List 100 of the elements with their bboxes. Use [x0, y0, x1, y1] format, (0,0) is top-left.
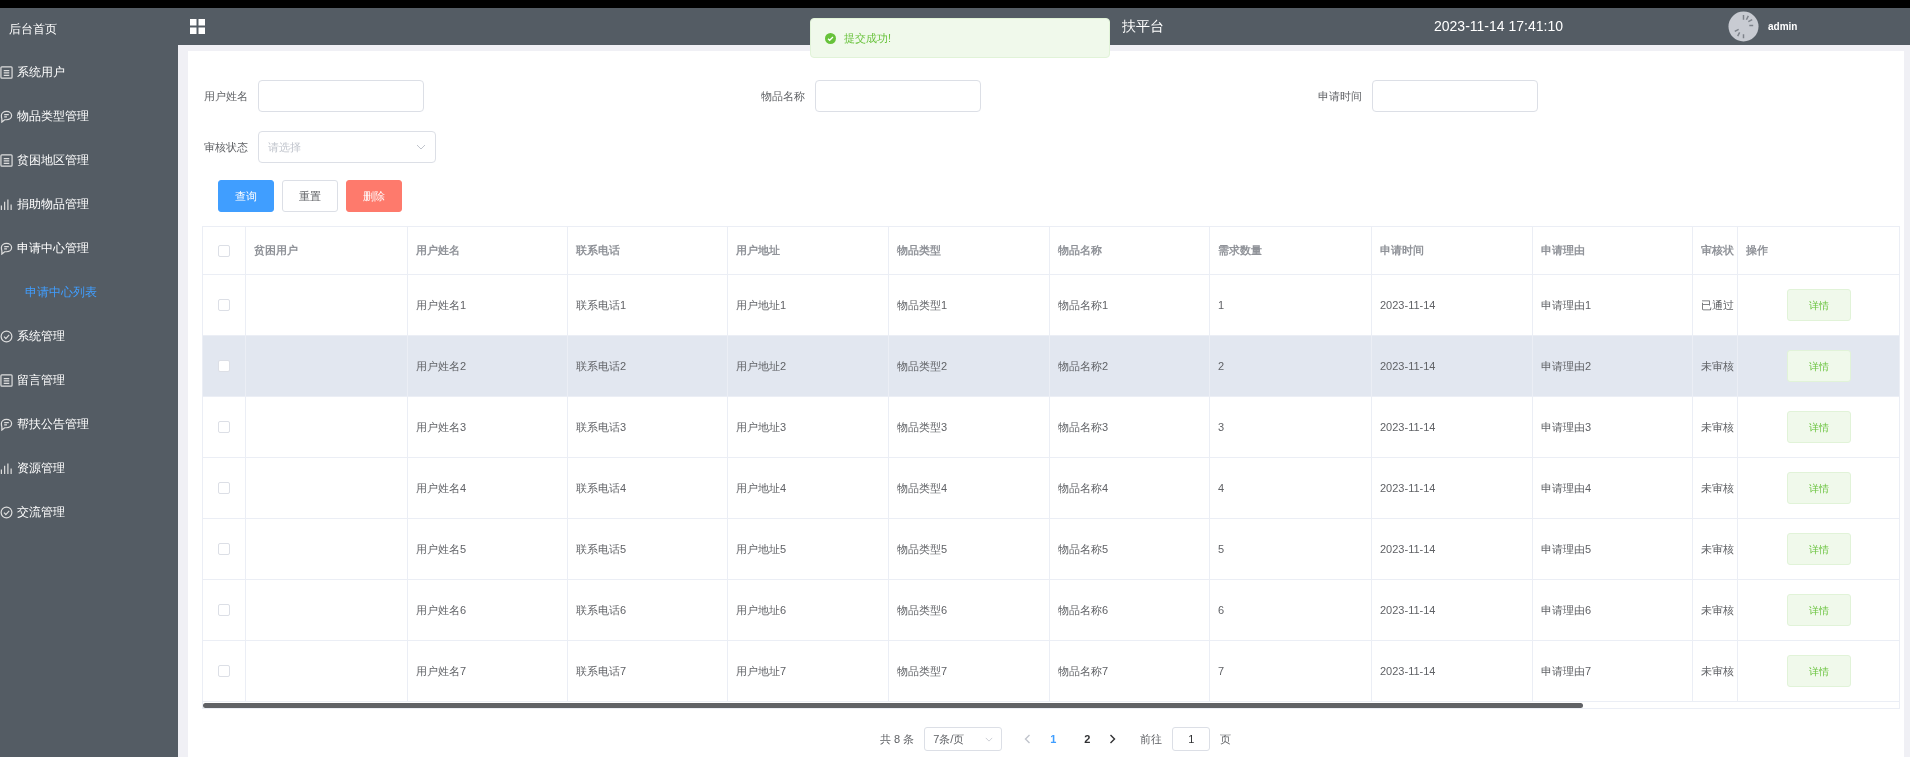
sidebar-item[interactable]: 申请中心管理: [0, 226, 178, 270]
table-cell-text: 用户地址6: [736, 602, 787, 618]
check-circle-icon: [825, 32, 836, 44]
table-cell-text: 物品名称3: [1058, 419, 1109, 435]
table-cell-text: 2023-11-14: [1380, 602, 1436, 618]
grid-icon[interactable]: [190, 19, 205, 34]
table-row[interactable]: 用户姓名7 联系电话7 用户地址7 物品类型7 物品名称7 7 2023-11-14 申请理由7 未审核 详情: [203, 641, 1899, 702]
sidebar-item[interactable]: 系统管理: [0, 314, 178, 358]
filter-label: 物品名称: [760, 88, 806, 104]
sidebar-item[interactable]: 系统用户: [0, 50, 178, 94]
table-cell-text: 联系电话1: [576, 297, 627, 313]
username[interactable]: admin: [1767, 19, 1798, 34]
sidebar-item[interactable]: 交流管理: [0, 490, 178, 534]
table-cell-text: 物品类型1: [897, 297, 948, 313]
home-link[interactable]: 后台首页: [0, 8, 178, 50]
table-cell-text: 物品名称2: [1058, 358, 1109, 374]
column-header: 用户地址: [736, 243, 780, 259]
avatar-icon[interactable]: [1727, 11, 1759, 42]
input-field[interactable]: [815, 80, 981, 112]
check-circle-icon: [0, 505, 13, 519]
column-header: 操作: [1746, 243, 1768, 259]
input-field[interactable]: [258, 80, 424, 112]
page-suffix: 页: [1220, 731, 1232, 747]
table-cell-text: 用户姓名4: [416, 480, 467, 496]
table-cell-text: 1: [1218, 297, 1225, 313]
table-cell-text: 6: [1218, 602, 1225, 618]
sidebar-item[interactable]: 捐助物品管理: [0, 182, 178, 226]
table-cell-text: 物品名称5: [1058, 541, 1109, 557]
table-cell-text: 用户姓名2: [416, 358, 467, 374]
input-field[interactable]: [1372, 80, 1538, 112]
checkbox[interactable]: [218, 482, 230, 494]
checkbox[interactable]: [218, 604, 230, 616]
table-cell-text: 联系电话4: [576, 480, 627, 496]
chat-icon: [0, 417, 13, 431]
table-row[interactable]: 用户姓名4 联系电话4 用户地址4 物品类型4 物品名称4 4 2023-11-14 申请理由4 未审核 详情: [203, 458, 1899, 519]
goto-label: 前往: [1140, 731, 1163, 747]
chat-icon: [0, 109, 13, 123]
column-header: 申请时间: [1380, 243, 1424, 259]
sidebar-item[interactable]: 留言管理: [0, 358, 178, 402]
checkbox[interactable]: [218, 543, 230, 555]
chevron-left-icon[interactable]: [1024, 734, 1032, 744]
bar-chart-icon: [0, 461, 13, 475]
sidebar-item[interactable]: 帮扶公告管理: [0, 402, 178, 446]
table-cell-text: 7: [1218, 663, 1225, 679]
checkbox[interactable]: [218, 665, 230, 677]
table-cell-text: 申请理由1: [1541, 297, 1592, 313]
table-cell-text: 物品类型4: [897, 480, 948, 496]
list-icon: [0, 153, 13, 167]
column-header: 贫困用户: [254, 243, 298, 259]
checkbox[interactable]: [218, 299, 230, 311]
table-cell-text: 2023-11-14: [1380, 480, 1436, 496]
table-cell-text: 未审核: [1701, 541, 1734, 557]
table-cell-text: 未审核: [1701, 602, 1734, 618]
table-cell-text: 物品名称4: [1058, 480, 1109, 496]
horizontal-scrollbar[interactable]: [203, 703, 1583, 708]
table-cell-text: 用户地址7: [736, 663, 787, 679]
table-cell-text: 用户姓名3: [416, 419, 467, 435]
sidebar-item[interactable]: 物品类型管理: [0, 94, 178, 138]
table-row[interactable]: 用户姓名3 联系电话3 用户地址3 物品类型3 物品名称3 3 2023-11-14 申请理由3 未审核 详情: [203, 397, 1899, 458]
table-cell-text: 申请理由2: [1541, 358, 1592, 374]
list-icon: [0, 65, 13, 79]
page-size-select[interactable]: 7条/页: [924, 727, 1003, 751]
toast-message: 提交成功!: [844, 30, 892, 46]
table-row[interactable]: 用户姓名6 联系电话6 用户地址6 物品类型6 物品名称6 6 2023-11-14 申请理由6 未审核 详情: [203, 580, 1899, 641]
column-header: 用户姓名: [416, 243, 460, 259]
column-header: 审核状: [1701, 243, 1734, 259]
sidebar-item[interactable]: 资源管理: [0, 446, 178, 490]
table-cell-text: 已通过: [1701, 297, 1734, 313]
table-cell-text: 用户地址2: [736, 358, 787, 374]
table-cell-text: 用户地址3: [736, 419, 787, 435]
table-row[interactable]: 用户姓名5 联系电话5 用户地址5 物品类型5 物品名称5 5 2023-11-14 申请理由5 未审核 详情: [203, 519, 1899, 580]
checkbox[interactable]: [218, 421, 230, 433]
bar-chart-icon: [0, 197, 13, 211]
table-row[interactable]: 用户姓名1 联系电话1 用户地址1 物品类型1 物品名称1 1 2023-11-14 申请理由1 已通过 详情: [203, 275, 1899, 336]
chevron-right-icon[interactable]: [1109, 734, 1117, 744]
table-cell-text: 联系电话7: [576, 663, 627, 679]
page-input[interactable]: 1: [1172, 727, 1211, 751]
check-circle-icon: [0, 329, 13, 343]
table-cell-text: 申请理由7: [1541, 663, 1592, 679]
datetime: 2023-11-14 17:41:10: [1434, 17, 1563, 36]
table-cell-text: 物品类型5: [897, 541, 948, 557]
table-cell-text: 申请理由3: [1541, 419, 1592, 435]
table-cell-text: 物品类型3: [897, 419, 948, 435]
table-cell-text: 用户姓名6: [416, 602, 467, 618]
table-row[interactable]: 用户姓名2 联系电话2 用户地址2 物品类型2 物品名称2 2 2023-11-14 申请理由2 未审核 详情: [203, 336, 1899, 397]
sidebar-item[interactable]: 贫困地区管理: [0, 138, 178, 182]
table-cell-text: 2023-11-14: [1380, 297, 1436, 313]
column-header: 需求数量: [1218, 243, 1262, 259]
filter-label: 用户姓名: [203, 88, 249, 104]
table-cell-text: 物品名称1: [1058, 297, 1109, 313]
column-header: 物品类型: [897, 243, 941, 259]
table-cell-text: 未审核: [1701, 419, 1734, 435]
page-number[interactable]: 2: [1075, 730, 1100, 748]
table-cell-text: 3: [1218, 419, 1225, 435]
list-icon: [0, 373, 13, 387]
checkbox[interactable]: [218, 360, 230, 372]
action-button[interactable]: 重置: [282, 180, 338, 212]
table-cell-text: 联系电话5: [576, 541, 627, 557]
checkbox[interactable]: [218, 244, 230, 257]
table-cell-text: 用户地址5: [736, 541, 787, 557]
